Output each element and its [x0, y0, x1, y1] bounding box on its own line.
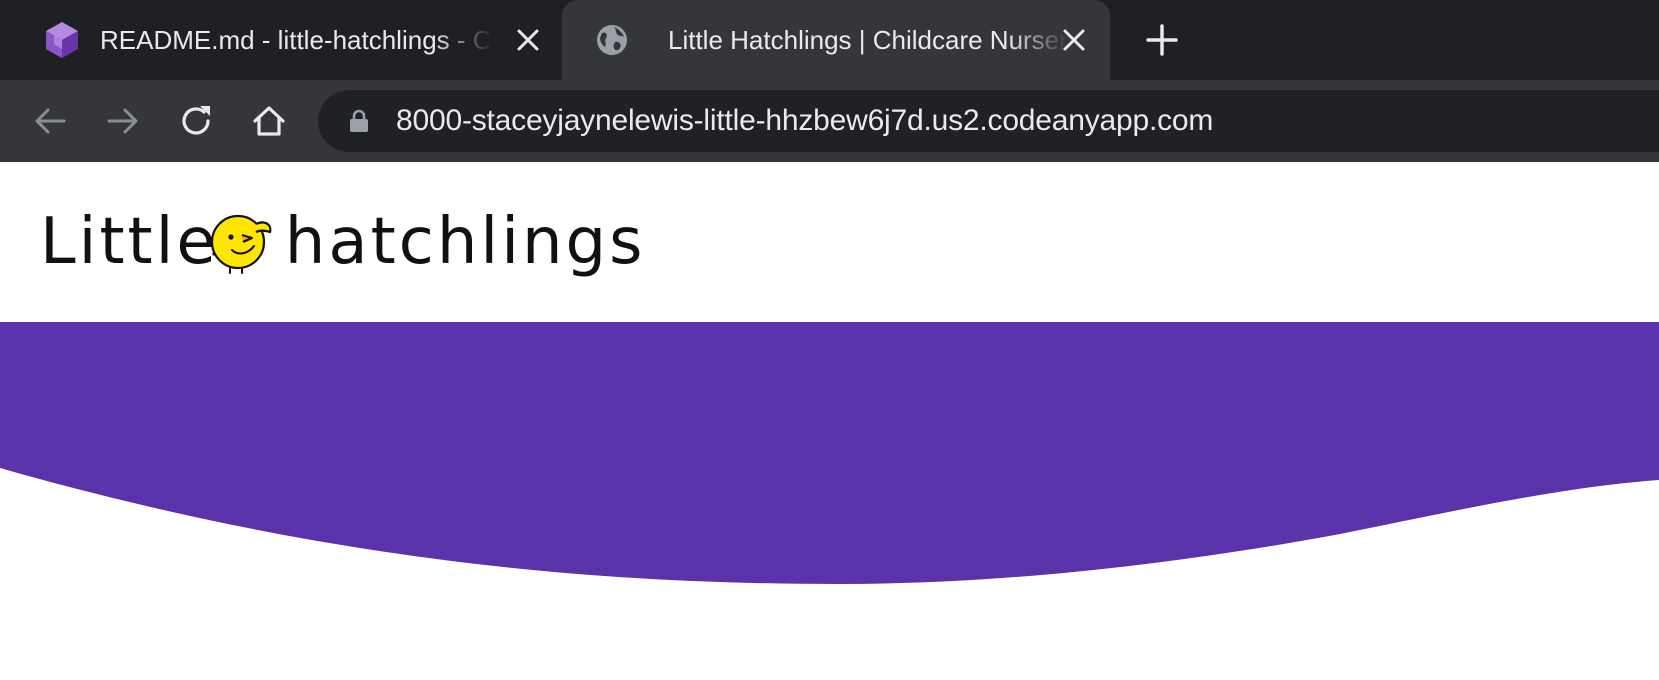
site-logo[interactable]: Little hatchlings: [40, 202, 643, 282]
globe-icon: [592, 20, 632, 60]
tab-title: README.md - little-hatchlings - Codeanyw…: [100, 24, 492, 55]
tab-little-hatchlings[interactable]: Little Hatchlings | Childcare Nursery: [562, 0, 1110, 80]
reload-icon[interactable]: [171, 96, 221, 146]
tab-readme[interactable]: README.md - little-hatchlings - Codeanyw…: [0, 0, 562, 80]
page-content: Little hatchlings: [0, 162, 1659, 680]
plus-icon[interactable]: [1142, 20, 1182, 60]
back-arrow-icon[interactable]: [25, 96, 75, 146]
forward-arrow-icon[interactable]: [98, 96, 148, 146]
codeanywhere-cube-icon: [42, 20, 82, 60]
logo-word-little: Little: [40, 205, 219, 279]
logo-wordmark: Little hatchlings: [40, 202, 646, 282]
lock-icon[interactable]: [348, 109, 370, 133]
hero-wave-banner: [0, 322, 1659, 584]
logo-word-hatchlings: hatchlings: [284, 205, 646, 279]
home-icon[interactable]: [244, 96, 294, 146]
close-icon[interactable]: [513, 25, 543, 55]
tab-title: Little Hatchlings | Childcare Nursery: [668, 24, 1068, 55]
close-icon[interactable]: [1059, 25, 1089, 55]
address-bar[interactable]: 8000-staceyjaynelewis-little-hhzbew6j7d.…: [318, 90, 1659, 152]
chick-icon: [210, 214, 272, 274]
browser-toolbar: 8000-staceyjaynelewis-little-hhzbew6j7d.…: [0, 80, 1659, 162]
url-text[interactable]: 8000-staceyjaynelewis-little-hhzbew6j7d.…: [396, 103, 1213, 139]
tab-strip: README.md - little-hatchlings - Codeanyw…: [0, 0, 1659, 80]
